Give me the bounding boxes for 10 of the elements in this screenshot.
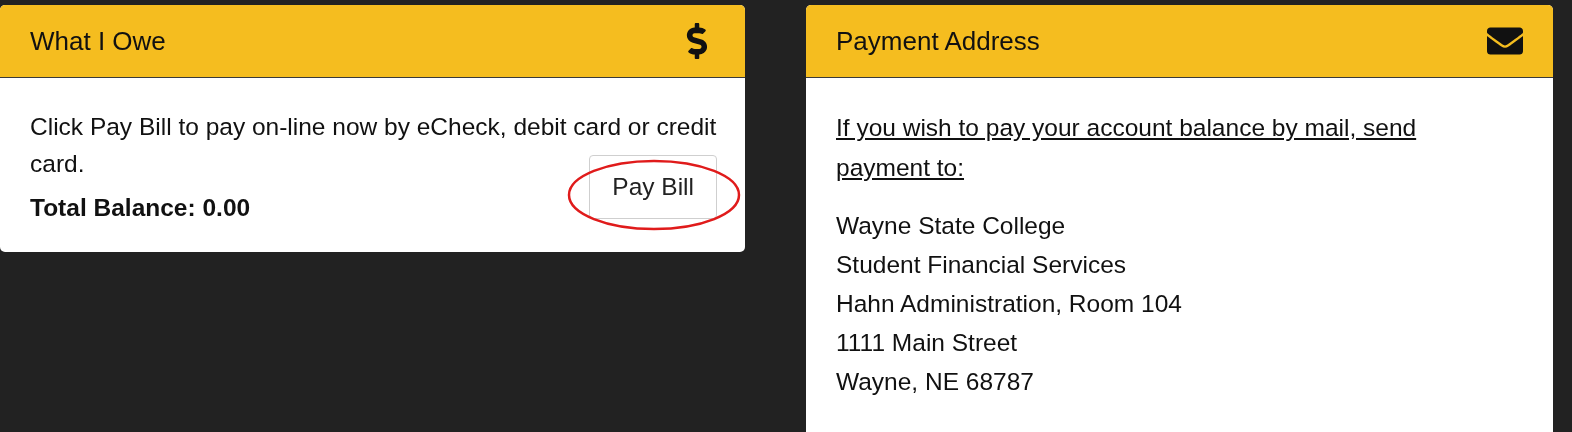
total-balance: Total Balance: 0.00 — [30, 194, 252, 222]
card-title: Payment Address — [836, 25, 1040, 57]
address-line: Wayne State College — [836, 211, 1067, 241]
address-line: Wayne, NE 68787 — [836, 367, 1035, 397]
address-line: Student Financial Services — [836, 250, 1128, 280]
mail-instructions: If you wish to pay your account balance by mail, send payment to: — [836, 113, 1418, 183]
pay-bill-button[interactable]: Pay Bill — [589, 155, 717, 219]
card-title: What I Owe — [30, 25, 166, 57]
address-line: 1111 Main Street — [836, 328, 1019, 358]
address-line: Hahn Administration, Room 104 — [836, 289, 1183, 319]
